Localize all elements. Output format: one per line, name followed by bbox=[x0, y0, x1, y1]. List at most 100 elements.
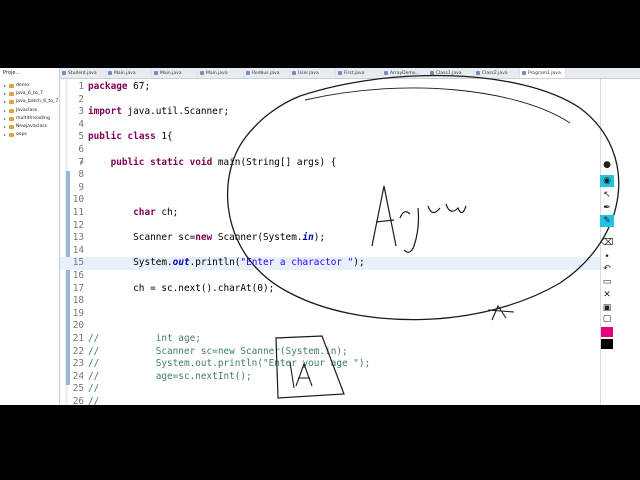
current-code-line: 15 System.out.println("Enter a charactor… bbox=[60, 257, 600, 270]
code-line: 13 Scanner sc=new Scanner(System.in); bbox=[72, 232, 326, 244]
tree-item-label: java_batch_6_to_7 bbox=[16, 99, 59, 105]
code-text: ch = sc.next().charAt(0); bbox=[88, 282, 275, 294]
eclipse-window: Proje... Student.java Main.java Main.jav… bbox=[0, 68, 640, 405]
cursor-icon[interactable]: ↖ bbox=[600, 189, 614, 201]
code-text: // bbox=[88, 396, 100, 405]
code-line: 20 bbox=[72, 320, 84, 332]
tree-item-label: java_6_to_7 bbox=[16, 91, 43, 97]
folder-icon bbox=[9, 108, 14, 113]
dot-icon[interactable]: • bbox=[600, 251, 614, 263]
code-line: 1 package 67; bbox=[78, 81, 151, 92]
code-text: package 67; bbox=[88, 81, 151, 92]
clear-icon[interactable]: ✕ bbox=[600, 289, 614, 301]
code-text: // System.out.println("Enter your age ")… bbox=[88, 358, 371, 370]
tree-item-label: oops bbox=[16, 132, 27, 138]
tree-item-label: multithreading bbox=[16, 115, 50, 121]
code-line: 11 char ch; bbox=[72, 207, 179, 218]
code-line: 23// System.out.println("Enter your age … bbox=[72, 358, 371, 370]
code-line: 4 bbox=[78, 118, 84, 130]
tab-main-java-3[interactable]: Main.java bbox=[198, 68, 244, 78]
tab-program1-java[interactable]: Program1.java bbox=[520, 68, 566, 78]
tab-main-java-2[interactable]: Main.java bbox=[152, 68, 198, 78]
trash-icon[interactable]: ▭ bbox=[600, 276, 614, 288]
code-text: public static void main(String[] args) { bbox=[110, 156, 337, 168]
tree-item-label: Newjavaclass bbox=[16, 123, 48, 129]
code-text: System.out.println("Enter a charactor ")… bbox=[88, 257, 365, 269]
chevron-right-icon: ▸ bbox=[4, 91, 7, 97]
folder-icon bbox=[9, 100, 14, 105]
eye-icon[interactable]: ◉ bbox=[600, 175, 614, 187]
code-line: 19 bbox=[72, 307, 84, 319]
whiteboard-icon[interactable]: ▢ bbox=[600, 313, 614, 325]
code-line: 16 bbox=[72, 270, 84, 281]
tree-item-multithreading[interactable]: ▸ multithreading bbox=[0, 115, 59, 123]
fold-icon[interactable]: ⊖ bbox=[80, 157, 84, 170]
chevron-right-icon: ▸ bbox=[4, 132, 7, 138]
code-line: 17 ch = sc.next().charAt(0); bbox=[72, 282, 275, 294]
tab-arraydemo-java[interactable]: ArrayDemo... bbox=[382, 68, 428, 78]
code-line: 22// Scanner sc=new Scanner(System.in); bbox=[72, 345, 348, 357]
code-line: 6 bbox=[78, 144, 84, 155]
tree-item-oops[interactable]: ▸ oops bbox=[0, 131, 59, 139]
undo-icon[interactable]: ↶ bbox=[600, 263, 614, 275]
tab-first-java[interactable]: First.java bbox=[336, 68, 382, 78]
lightbulb-icon[interactable]: ● bbox=[600, 159, 614, 171]
project-explorer: ▸ demo ▸ java_6_to_7 ▸ java_batch_6_to_7 ▸ J… bbox=[0, 79, 60, 405]
tree-item-java-batch[interactable]: ▸ java_batch_6_to_7 bbox=[0, 98, 59, 106]
code-line: 26// bbox=[60, 396, 600, 405]
color-swatch-black[interactable] bbox=[601, 339, 613, 349]
code-line: 3 import java.util.Scanner; bbox=[78, 106, 230, 118]
code-line: 12 bbox=[72, 219, 84, 231]
code-text: Scanner sc=new Scanner(System.in); bbox=[88, 232, 326, 244]
chevron-right-icon: ▸ bbox=[4, 99, 7, 105]
color-swatch-magenta[interactable] bbox=[601, 327, 613, 337]
code-text: // int age; bbox=[88, 333, 201, 344]
code-text: char ch; bbox=[133, 207, 179, 218]
tab-user-java[interactable]: User.java bbox=[290, 68, 336, 78]
editor-tab-bar: Proje... Student.java Main.java Main.jav… bbox=[0, 68, 640, 79]
code-line: 8 bbox=[78, 169, 84, 181]
tab-class2-java[interactable]: Class2.java bbox=[474, 68, 520, 78]
code-text: // age=sc.nextInt(); bbox=[88, 370, 252, 382]
code-text: // Scanner sc=new Scanner(System.in); bbox=[88, 345, 348, 357]
code-line: 9 bbox=[78, 181, 84, 193]
code-text: import java.util.Scanner; bbox=[88, 106, 230, 118]
code-line: 7 ⊖ public static void main(String[] args… bbox=[78, 156, 337, 170]
eraser-icon[interactable]: ⌫ bbox=[600, 237, 614, 249]
chevron-right-icon: ▸ bbox=[4, 123, 7, 129]
code-line: 18 bbox=[72, 295, 84, 307]
tab-class1-java[interactable]: Class1.java bbox=[428, 68, 474, 78]
annotation-toolbar: ● ◉ ↖ ✒ ✎ ⌫ • ↶ ▭ ✕ ▣ ▢ bbox=[598, 85, 616, 355]
code-line: 10 bbox=[72, 194, 84, 206]
chevron-right-icon: ▸ bbox=[4, 107, 7, 113]
highlighter-icon[interactable]: ✎ bbox=[600, 215, 614, 227]
tree-item-demo[interactable]: ▸ demo bbox=[0, 82, 59, 90]
tree-item-java-6-to-7[interactable]: ▸ java_6_to_7 bbox=[0, 90, 59, 98]
code-line: 25// bbox=[72, 383, 100, 395]
folder-icon bbox=[9, 116, 14, 121]
tree-item-label: Javaclass bbox=[16, 107, 38, 113]
code-line: 14 bbox=[72, 244, 84, 256]
folder-icon bbox=[9, 125, 14, 130]
tab-redbus-java[interactable]: Redbus.java bbox=[244, 68, 290, 78]
code-text: // bbox=[88, 383, 100, 395]
pen-icon[interactable]: ✒ bbox=[600, 202, 614, 214]
tab-student-java[interactable]: Student.java bbox=[60, 68, 106, 78]
tree-item-newjavaclass[interactable]: ▸ Newjavaclass bbox=[0, 123, 59, 131]
folder-icon bbox=[9, 92, 14, 97]
code-line: 2 bbox=[78, 93, 84, 105]
project-explorer-tab[interactable]: Proje... bbox=[0, 68, 60, 79]
code-editor[interactable]: 1 package 67; 2 3 import java.util.Scanner… bbox=[60, 79, 600, 405]
chevron-right-icon: ▸ bbox=[4, 115, 7, 121]
editor-tabs: Student.java Main.java Main.java Main.ja… bbox=[60, 68, 640, 78]
folder-icon bbox=[9, 84, 14, 89]
tab-main-java[interactable]: Main.java bbox=[106, 68, 152, 78]
code-line: 24// age=sc.nextInt(); bbox=[72, 370, 252, 382]
code-text: public class 1{ bbox=[88, 131, 173, 143]
chevron-right-icon: ▸ bbox=[4, 83, 7, 88]
tree-item-label: demo bbox=[16, 83, 30, 88]
folder-icon bbox=[9, 133, 14, 138]
code-line: 21// int age; bbox=[72, 333, 201, 344]
code-line: 5 public class 1{ bbox=[78, 131, 173, 143]
tree-item-javaclass[interactable]: ▸ Javaclass bbox=[0, 107, 59, 115]
